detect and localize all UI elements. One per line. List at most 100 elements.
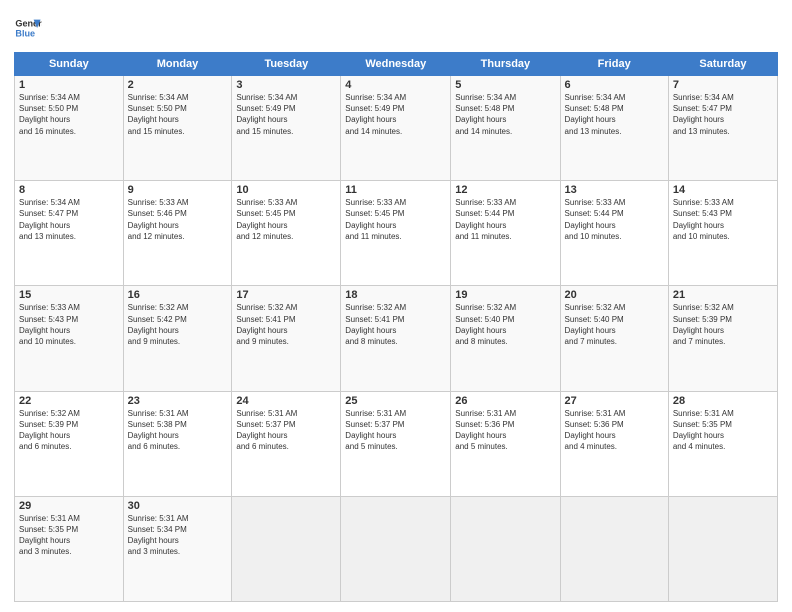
- day-info: Sunrise: 5:31 AMSunset: 5:37 PMDaylight …: [236, 409, 297, 452]
- calendar-cell: 2 Sunrise: 5:34 AMSunset: 5:50 PMDaylight…: [123, 76, 232, 181]
- day-number: 30: [128, 500, 228, 512]
- calendar-cell: 30Sunrise: 5:31 AMSunset: 5:34 PMDayligh…: [123, 496, 232, 601]
- day-info: Sunrise: 5:34 AMSunset: 5:47 PMDaylight …: [19, 198, 80, 241]
- day-info: Sunrise: 5:33 AMSunset: 5:43 PMDaylight …: [673, 198, 734, 241]
- day-info: Sunrise: 5:33 AMSunset: 5:43 PMDaylight …: [19, 303, 80, 346]
- header: General Blue: [14, 10, 778, 42]
- day-number: 19: [455, 289, 555, 301]
- calendar-cell: 26Sunrise: 5:31 AMSunset: 5:36 PMDayligh…: [451, 391, 560, 496]
- day-number: 22: [19, 395, 119, 407]
- day-number: 8: [19, 184, 119, 196]
- page: General Blue SundayMondayTuesdayWednesda…: [0, 0, 792, 612]
- day-number: 26: [455, 395, 555, 407]
- calendar-week-3: 15 Sunrise: 5:33 AMSunset: 5:43 PMDayligh…: [15, 286, 778, 391]
- day-info: Sunrise: 5:31 AMSunset: 5:36 PMDaylight …: [565, 409, 626, 452]
- calendar-cell: 6 Sunrise: 5:34 AMSunset: 5:48 PMDaylight…: [560, 76, 668, 181]
- day-info: Sunrise: 5:32 AMSunset: 5:42 PMDaylight …: [128, 303, 189, 346]
- day-number: 10: [236, 184, 336, 196]
- day-info: Sunrise: 5:32 AMSunset: 5:40 PMDaylight …: [565, 303, 626, 346]
- calendar-cell: 20 Sunrise: 5:32 AMSunset: 5:40 PMDayligh…: [560, 286, 668, 391]
- day-header-sunday: Sunday: [15, 53, 124, 76]
- day-info: Sunrise: 5:31 AMSunset: 5:38 PMDaylight …: [128, 409, 189, 452]
- day-number: 16: [128, 289, 228, 301]
- calendar-cell: 28Sunrise: 5:31 AMSunset: 5:35 PMDayligh…: [668, 391, 777, 496]
- calendar-cell: [560, 496, 668, 601]
- calendar-cell: 19Sunrise: 5:32 AMSunset: 5:40 PMDayligh…: [451, 286, 560, 391]
- day-number: 3: [236, 79, 336, 91]
- calendar-cell: 5 Sunrise: 5:34 AMSunset: 5:48 PMDaylight…: [451, 76, 560, 181]
- day-number: 18: [345, 289, 446, 301]
- calendar-cell: 9Sunrise: 5:33 AMSunset: 5:46 PMDaylight…: [123, 181, 232, 286]
- calendar-cell: 22 Sunrise: 5:32 AMSunset: 5:39 PMDayligh…: [15, 391, 124, 496]
- day-number: 13: [565, 184, 664, 196]
- day-number: 7: [673, 79, 773, 91]
- calendar-cell: 29Sunrise: 5:31 AMSunset: 5:35 PMDayligh…: [15, 496, 124, 601]
- day-number: 21: [673, 289, 773, 301]
- calendar-cell: [232, 496, 341, 601]
- calendar-cell: 11 Sunrise: 5:33 AMSunset: 5:45 PMDayligh…: [341, 181, 451, 286]
- day-info: Sunrise: 5:31 AMSunset: 5:37 PMDaylight …: [345, 409, 406, 452]
- day-number: 27: [565, 395, 664, 407]
- day-number: 5: [455, 79, 555, 91]
- day-info: Sunrise: 5:33 AMSunset: 5:45 PMDaylight …: [345, 198, 406, 241]
- calendar-cell: 7 Sunrise: 5:34 AMSunset: 5:47 PMDaylight…: [668, 76, 777, 181]
- calendar-cell: 21 Sunrise: 5:32 AMSunset: 5:39 PMDayligh…: [668, 286, 777, 391]
- day-number: 15: [19, 289, 119, 301]
- day-header-saturday: Saturday: [668, 53, 777, 76]
- day-info: Sunrise: 5:34 AMSunset: 5:48 PMDaylight …: [455, 93, 516, 136]
- calendar-cell: 15 Sunrise: 5:33 AMSunset: 5:43 PMDayligh…: [15, 286, 124, 391]
- day-number: 29: [19, 500, 119, 512]
- day-header-wednesday: Wednesday: [341, 53, 451, 76]
- calendar-cell: 8 Sunrise: 5:34 AMSunset: 5:47 PMDaylight…: [15, 181, 124, 286]
- calendar-cell: [451, 496, 560, 601]
- day-info: Sunrise: 5:32 AMSunset: 5:39 PMDaylight …: [673, 303, 734, 346]
- day-info: Sunrise: 5:34 AMSunset: 5:47 PMDaylight …: [673, 93, 734, 136]
- day-info: Sunrise: 5:34 AMSunset: 5:48 PMDaylight …: [565, 93, 626, 136]
- svg-text:Blue: Blue: [15, 28, 35, 38]
- day-number: 20: [565, 289, 664, 301]
- calendar-week-5: 29Sunrise: 5:31 AMSunset: 5:35 PMDayligh…: [15, 496, 778, 601]
- calendar-cell: [341, 496, 451, 601]
- day-number: 12: [455, 184, 555, 196]
- calendar-week-4: 22 Sunrise: 5:32 AMSunset: 5:39 PMDayligh…: [15, 391, 778, 496]
- day-number: 17: [236, 289, 336, 301]
- day-number: 6: [565, 79, 664, 91]
- calendar-week-1: 1 Sunrise: 5:34 AMSunset: 5:50 PMDaylight…: [15, 76, 778, 181]
- calendar-cell: 14 Sunrise: 5:33 AMSunset: 5:43 PMDayligh…: [668, 181, 777, 286]
- day-number: 14: [673, 184, 773, 196]
- calendar-cell: 17 Sunrise: 5:32 AMSunset: 5:41 PMDayligh…: [232, 286, 341, 391]
- calendar-body: 1 Sunrise: 5:34 AMSunset: 5:50 PMDaylight…: [15, 76, 778, 602]
- day-number: 24: [236, 395, 336, 407]
- day-number: 1: [19, 79, 119, 91]
- day-number: 28: [673, 395, 773, 407]
- day-info: Sunrise: 5:33 AMSunset: 5:45 PMDaylight …: [236, 198, 297, 241]
- calendar-cell: 4Sunrise: 5:34 AMSunset: 5:49 PMDaylight…: [341, 76, 451, 181]
- day-number: 2: [128, 79, 228, 91]
- day-info: Sunrise: 5:32 AMSunset: 5:41 PMDaylight …: [236, 303, 297, 346]
- calendar-cell: 13 Sunrise: 5:33 AMSunset: 5:44 PMDayligh…: [560, 181, 668, 286]
- day-header-friday: Friday: [560, 53, 668, 76]
- calendar-cell: 3 Sunrise: 5:34 AMSunset: 5:49 PMDaylight…: [232, 76, 341, 181]
- calendar-cell: 23 Sunrise: 5:31 AMSunset: 5:38 PMDayligh…: [123, 391, 232, 496]
- day-number: 23: [128, 395, 228, 407]
- logo-icon: General Blue: [14, 14, 42, 42]
- day-info: Sunrise: 5:33 AMSunset: 5:44 PMDaylight …: [565, 198, 626, 241]
- day-info: Sunrise: 5:34 AMSunset: 5:50 PMDaylight …: [19, 93, 80, 136]
- calendar-cell: 10 Sunrise: 5:33 AMSunset: 5:45 PMDayligh…: [232, 181, 341, 286]
- logo: General Blue: [14, 14, 46, 42]
- day-info: Sunrise: 5:34 AMSunset: 5:49 PMDaylight …: [236, 93, 297, 136]
- day-info: Sunrise: 5:33 AMSunset: 5:46 PMDaylight …: [128, 198, 189, 241]
- day-header-tuesday: Tuesday: [232, 53, 341, 76]
- day-info: Sunrise: 5:32 AMSunset: 5:41 PMDaylight …: [345, 303, 406, 346]
- day-info: Sunrise: 5:34 AMSunset: 5:50 PMDaylight …: [128, 93, 189, 136]
- day-number: 11: [345, 184, 446, 196]
- calendar-table: SundayMondayTuesdayWednesdayThursdayFrid…: [14, 52, 778, 602]
- day-info: Sunrise: 5:34 AMSunset: 5:49 PMDaylight …: [345, 93, 406, 136]
- calendar-cell: 18 Sunrise: 5:32 AMSunset: 5:41 PMDayligh…: [341, 286, 451, 391]
- day-info: Sunrise: 5:33 AMSunset: 5:44 PMDaylight …: [455, 198, 516, 241]
- calendar-week-2: 8 Sunrise: 5:34 AMSunset: 5:47 PMDaylight…: [15, 181, 778, 286]
- calendar-cell: 1 Sunrise: 5:34 AMSunset: 5:50 PMDaylight…: [15, 76, 124, 181]
- day-header-thursday: Thursday: [451, 53, 560, 76]
- day-info: Sunrise: 5:32 AMSunset: 5:39 PMDaylight …: [19, 409, 80, 452]
- calendar-header: SundayMondayTuesdayWednesdayThursdayFrid…: [15, 53, 778, 76]
